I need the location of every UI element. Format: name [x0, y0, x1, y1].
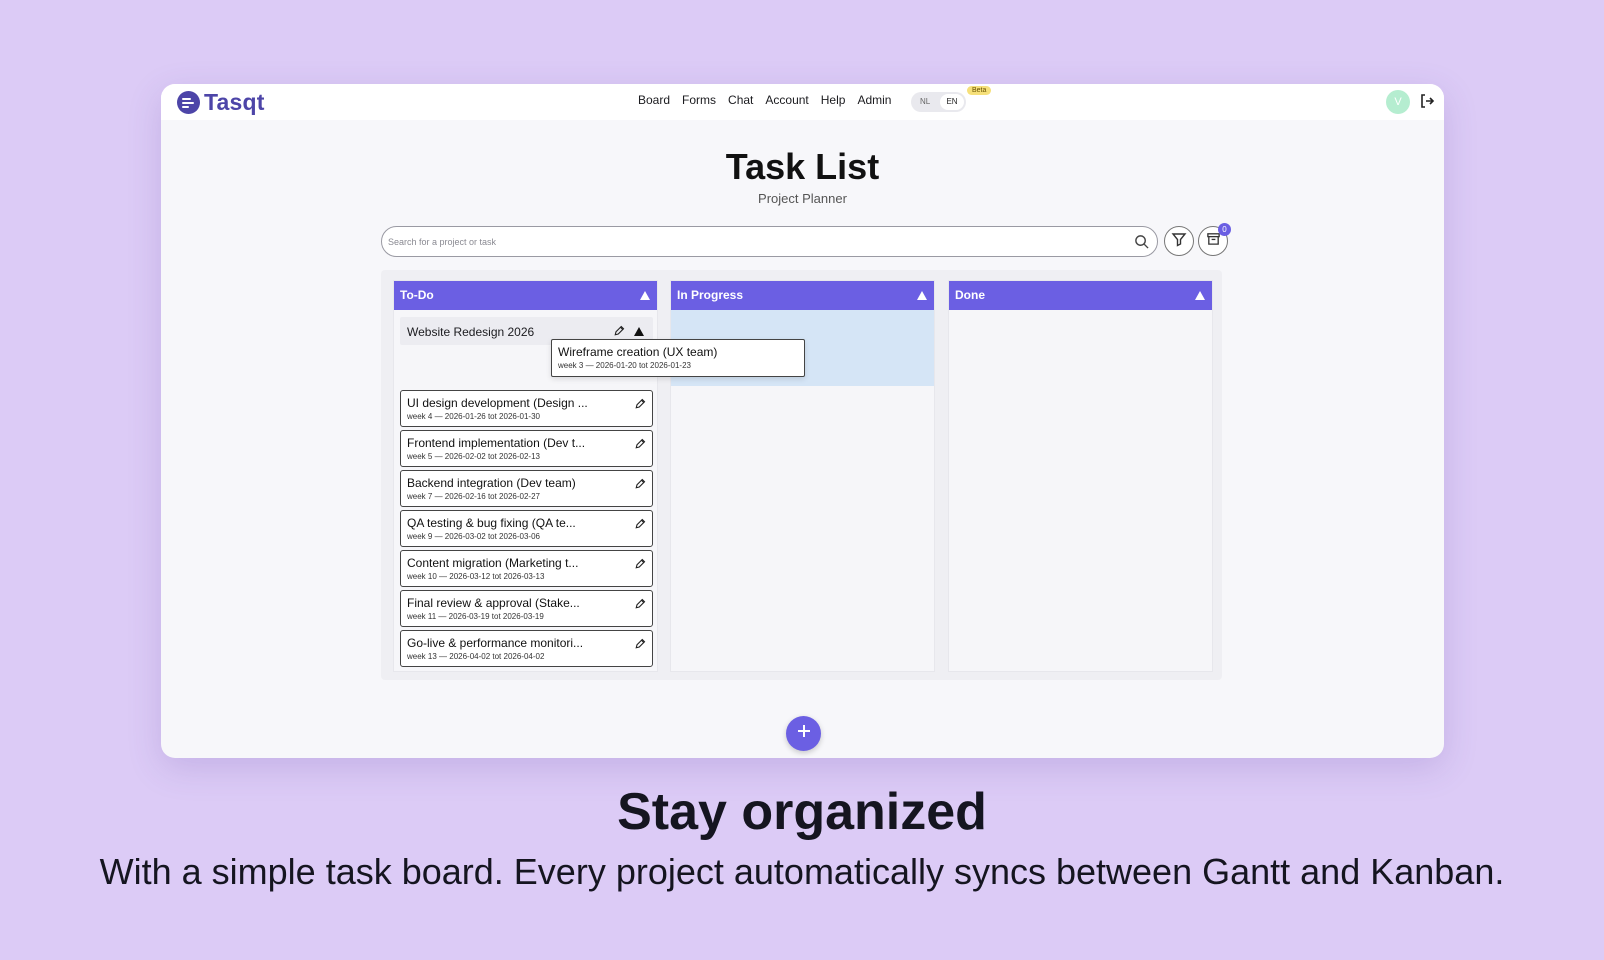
task-title: Frontend implementation (Dev t... — [407, 436, 586, 450]
task-title: Backend integration (Dev team) — [407, 476, 576, 490]
add-task-button[interactable] — [786, 716, 821, 751]
edit-icon[interactable] — [634, 637, 646, 655]
edit-icon[interactable] — [634, 597, 646, 615]
archive-button[interactable]: 0 — [1198, 223, 1231, 256]
task-dates: week 10 — 2026-03-12 tot 2026-03-13 — [407, 572, 545, 581]
task-card[interactable]: Final review & approval (Stake... week 1… — [400, 590, 653, 627]
edit-icon[interactable] — [634, 477, 646, 495]
task-title: UI design development (Design ... — [407, 396, 588, 410]
collapse-arrow-icon[interactable] — [1195, 291, 1205, 300]
project-title: Website Redesign 2026 — [407, 325, 535, 339]
logo-text: Tasqt — [204, 89, 265, 115]
filter-icon — [1171, 231, 1187, 252]
task-dates: week 11 — 2026-03-19 tot 2026-03-19 — [407, 612, 544, 621]
column-title: To-Do — [400, 288, 434, 302]
edit-icon[interactable] — [634, 557, 646, 575]
edit-icon[interactable] — [634, 517, 646, 535]
search-bar — [381, 226, 1158, 257]
archive-count-badge: 0 — [1218, 223, 1231, 236]
filter-button[interactable] — [1164, 226, 1194, 256]
nav-help[interactable]: Help — [821, 93, 846, 107]
task-dates: week 13 — 2026-04-02 tot 2026-04-02 — [407, 652, 545, 661]
task-card[interactable]: Backend integration (Dev team) week 7 — … — [400, 470, 653, 507]
column-title: In Progress — [677, 288, 744, 302]
avatar[interactable]: V — [1386, 90, 1410, 114]
edit-icon[interactable] — [613, 325, 625, 340]
task-card[interactable]: Content migration (Marketing t... week 1… — [400, 550, 653, 587]
plus-icon — [796, 723, 812, 744]
logout-icon[interactable] — [1419, 93, 1435, 114]
column-title: Done — [955, 288, 985, 302]
task-title: Go-live & performance monitori... — [407, 636, 584, 650]
page-subtitle: Project Planner — [758, 191, 847, 206]
edit-icon[interactable] — [634, 437, 646, 455]
task-card[interactable]: QA testing & bug fixing (QA te... week 9… — [400, 510, 653, 547]
marketing-tagline: With a simple task board. Every project … — [99, 851, 1505, 892]
collapse-arrow-icon[interactable] — [640, 291, 650, 300]
main-nav: Board Forms Chat Account Help Admin — [638, 93, 891, 107]
task-title: Wireframe creation (UX team) — [558, 345, 718, 359]
page-title: Task List — [725, 146, 880, 187]
dragging-task-card[interactable]: Wireframe creation (UX team) week 3 — 20… — [551, 339, 805, 377]
lang-nl[interactable]: NL — [920, 97, 930, 106]
search-icon[interactable] — [1134, 234, 1149, 254]
task-title: Final review & approval (Stake... — [407, 596, 580, 610]
column-header-todo[interactable]: To-Do — [394, 281, 657, 310]
task-title: Content migration (Marketing t... — [407, 556, 579, 570]
nav-chat[interactable]: Chat — [728, 93, 753, 107]
collapse-arrow-icon[interactable] — [917, 291, 927, 300]
task-dates: week 7 — 2026-02-16 tot 2026-02-27 — [407, 492, 540, 501]
logo[interactable]: Tasqt — [177, 89, 265, 116]
task-title: QA testing & bug fixing (QA te... — [407, 516, 576, 530]
column-header-in-progress[interactable]: In Progress — [671, 281, 934, 310]
task-dates: week 5 — 2026-02-02 tot 2026-02-13 — [407, 452, 540, 461]
task-card[interactable]: Frontend implementation (Dev t... week 5… — [400, 430, 653, 467]
task-dates: week 4 — 2026-01-26 tot 2026-01-30 — [407, 412, 540, 421]
beta-badge: Beta — [967, 86, 992, 95]
lang-en[interactable]: EN — [940, 94, 964, 110]
column-done: Done — [948, 280, 1213, 672]
task-dates: week 9 — 2026-03-02 tot 2026-03-06 — [407, 532, 540, 541]
language-toggle[interactable]: NL EN — [911, 92, 966, 112]
nav-board[interactable]: Board — [638, 93, 670, 107]
task-dates: week 3 — 2026-01-20 tot 2026-01-23 — [558, 361, 691, 370]
task-card[interactable]: Go-live & performance monitori... week 1… — [400, 630, 653, 667]
app-window: Tasqt Board Forms Chat Account Help Admi… — [161, 84, 1444, 758]
edit-icon[interactable] — [634, 397, 646, 415]
task-card[interactable]: UI design development (Design ... week 4… — [400, 390, 653, 427]
nav-account[interactable]: Account — [765, 93, 808, 107]
column-header-done[interactable]: Done — [949, 281, 1212, 310]
marketing-headline: Stay organized — [617, 783, 987, 841]
kanban-board: To-Do Website Redesign 2026 UI design de… — [381, 270, 1222, 680]
nav-forms[interactable]: Forms — [682, 93, 716, 107]
collapse-arrow-icon[interactable] — [634, 327, 644, 336]
logo-icon — [177, 91, 200, 114]
top-bar: Tasqt Board Forms Chat Account Help Admi… — [161, 84, 1444, 120]
search-input[interactable] — [388, 233, 1108, 251]
archive-icon — [1206, 231, 1221, 251]
nav-admin[interactable]: Admin — [857, 93, 891, 107]
